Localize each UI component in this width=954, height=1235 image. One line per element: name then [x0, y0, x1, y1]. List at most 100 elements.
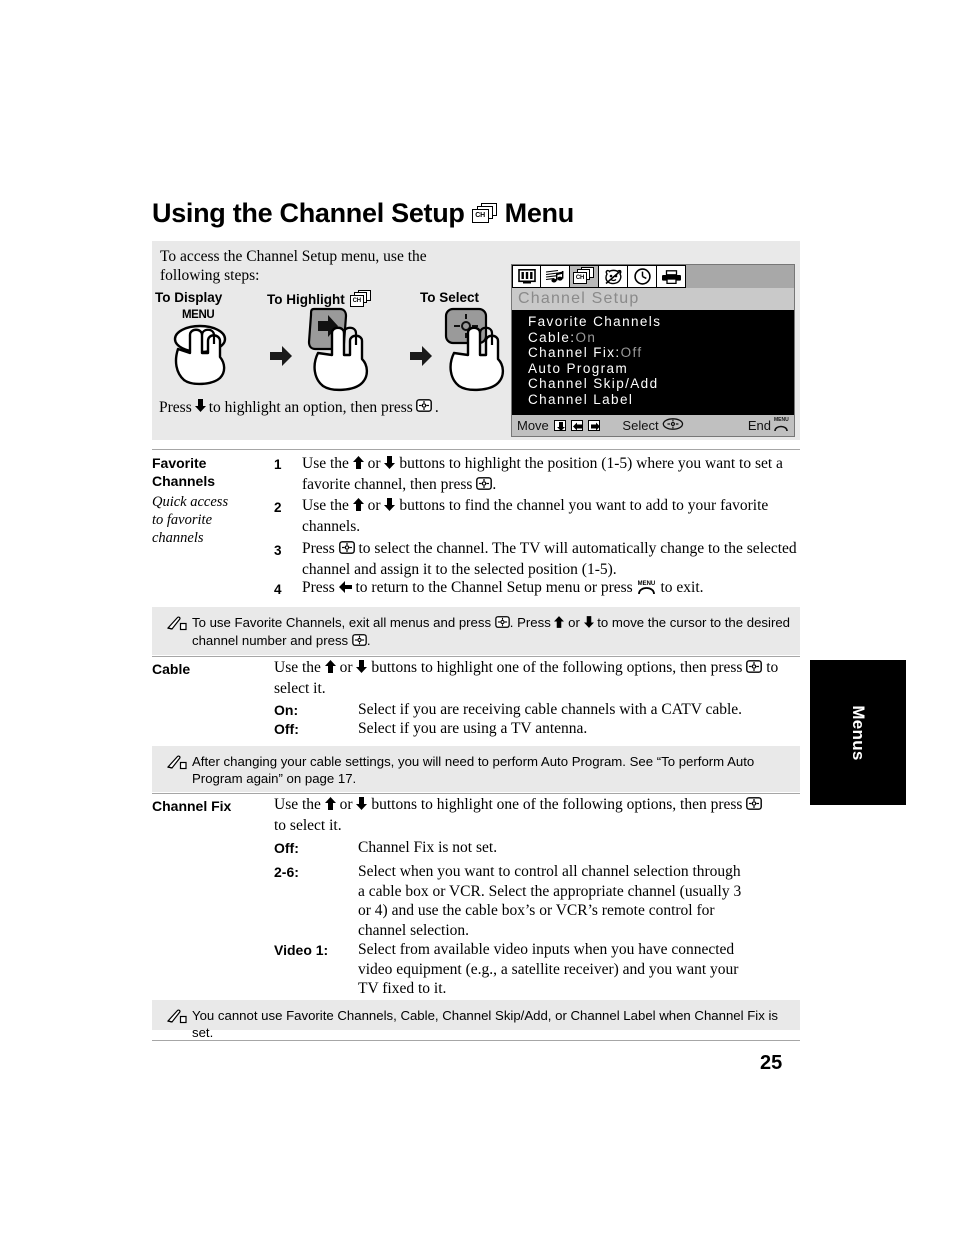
menu-key-icon: MENU [774, 417, 789, 433]
step-number: 3 [274, 543, 282, 558]
select-key-icon [494, 615, 510, 632]
select-button-illustration [440, 307, 522, 392]
tv-menu-icon-bar: CH [512, 265, 794, 288]
section-label-cable: Cable [152, 661, 191, 677]
setup-icon[interactable] [657, 265, 686, 288]
page-title-text-after: Menu [504, 198, 575, 228]
up-arrow-icon [324, 796, 336, 816]
menu-button-illustration: MENU [168, 309, 256, 389]
flow-arrow-2 [410, 346, 432, 366]
channel-setup-icon-label: CH [475, 212, 485, 219]
step-number: 4 [274, 582, 282, 597]
column-header-to-select: To Select [420, 290, 480, 305]
timer-icon[interactable] [628, 265, 657, 288]
note-text: After changing your cable settings, you … [192, 754, 755, 786]
tv-menu-item[interactable]: Channel Label [528, 392, 794, 408]
divider [152, 449, 800, 450]
footer-end: End MENU [747, 417, 789, 433]
note-text: You cannot use Favorite Channels, Cable,… [192, 1008, 778, 1040]
parental-icon[interactable] [599, 265, 628, 288]
flow-arrow-1 [270, 346, 292, 366]
tv-onscreen-menu: CH Channel Setup Favorite Channels Cable… [511, 264, 795, 437]
down-arrow-icon [384, 455, 396, 475]
arrow-button-illustration [300, 307, 392, 392]
section-label-favorite-channels: Favorite Channels [152, 455, 216, 489]
select-key-icon [415, 399, 432, 417]
tv-menu-item[interactable]: Cable:On [528, 330, 794, 346]
channel-fix-option-desc: Select when you want to control all chan… [358, 863, 742, 939]
tv-menu-item[interactable]: Favorite Channels [528, 314, 794, 330]
step-text: Press to select the channel. The TV will… [302, 540, 797, 578]
intro-line-2: following steps: [160, 267, 260, 284]
manual-page: Using the Channel Setup CH Menu To acces… [0, 0, 954, 1235]
step-number: 2 [274, 500, 282, 515]
select-key-icon [746, 659, 763, 679]
cable-option-desc: Select if you are using a TV antenna. [358, 720, 588, 737]
section-label-channel-fix: Channel Fix [152, 798, 232, 814]
cable-option-desc: Select if you are receiving cable channe… [358, 701, 743, 718]
down-arrow-icon [194, 399, 206, 417]
select-key-icon [352, 633, 367, 650]
channel-fix-option-key: Off: [274, 840, 299, 856]
tv-menu-item[interactable]: Auto Program [528, 361, 794, 377]
intro-line-1: To access the Channel Setup menu, use th… [160, 248, 427, 265]
left-key-icon [570, 420, 583, 431]
step-text: Press to return to the Channel Setup men… [302, 578, 802, 599]
right-key-icon [587, 420, 600, 431]
divider [152, 1040, 800, 1041]
tv-menu-item[interactable]: Channel Skip/Add [528, 376, 794, 392]
footer-move: Move [517, 418, 600, 433]
step-number: 1 [274, 457, 282, 472]
channel-fix-option-desc: Channel Fix is not set. [358, 839, 498, 856]
audio-icon[interactable] [541, 265, 570, 288]
divider [152, 793, 800, 794]
step-text: Use the or buttons to find the channel y… [302, 497, 769, 535]
up-arrow-icon [352, 455, 364, 475]
pencil-note-icon [166, 755, 187, 770]
tv-menu-items: Favorite Channels Cable:On Channel Fix:O… [512, 310, 794, 414]
cable-option-key: Off: [274, 721, 299, 737]
note-box-channel-fix: You cannot use Favorite Channels, Cable,… [152, 1000, 800, 1040]
footer-select: Select [622, 418, 684, 433]
tv-menu-footer: Move Select End MENU [512, 414, 794, 436]
channel-fix-option-key: 2-6: [274, 864, 299, 880]
page-number: 25 [760, 1052, 783, 1074]
up-arrow-icon [352, 497, 364, 517]
down-arrow-icon [356, 659, 368, 679]
menu-button-label: MENU [182, 309, 215, 321]
down-key-icon [553, 420, 566, 431]
tv-menu-item[interactable]: Channel Fix:Off [528, 345, 794, 361]
video-icon[interactable] [512, 265, 541, 288]
select-key-icon [662, 418, 684, 433]
note-text: To use Favorite Channels, exit all menus… [192, 615, 791, 650]
channel-fix-option-desc: Select from available video inputs when … [358, 941, 739, 997]
pencil-note-icon [166, 1009, 187, 1024]
down-arrow-icon [356, 796, 368, 816]
side-tab-menus: Menus [810, 660, 906, 805]
menu-key-icon: MENU [637, 579, 657, 595]
up-arrow-icon [554, 615, 565, 632]
cable-option-key: On: [274, 702, 299, 718]
cable-intro-text: Use the or buttons to highlight one of t… [274, 659, 779, 697]
select-key-icon [338, 540, 355, 560]
pencil-note-icon [166, 616, 187, 631]
note-box-favorite-channels: To use Favorite Channels, exit all menus… [152, 607, 800, 655]
page-title: Using the Channel Setup CH Menu [152, 198, 812, 229]
column-header-to-display: To Display [155, 290, 223, 305]
intro-text: To access the Channel Setup menu, use th… [160, 247, 520, 285]
page-title-text-before: Using the Channel Setup [152, 198, 465, 228]
channel-fix-intro-text: Use the or buttons to highlight one of t… [274, 795, 774, 835]
channel-icon[interactable]: CH [570, 265, 599, 288]
up-arrow-icon [324, 659, 336, 679]
channel-setup-icon: CH [471, 202, 498, 225]
section-subtitle-favorite-channels: Quick access to favorite channels [152, 494, 229, 546]
down-arrow-icon [384, 497, 396, 517]
select-key-icon [746, 796, 763, 816]
down-arrow-icon [583, 615, 594, 632]
side-tab-label: Menus [849, 704, 868, 761]
channel-fix-option-key: Video 1: [274, 942, 329, 958]
divider [152, 656, 800, 657]
step-text: Use the or buttons to highlight the posi… [302, 454, 802, 495]
note-box-cable: After changing your cable settings, you … [152, 746, 800, 792]
tv-menu-title: Channel Setup [512, 288, 794, 310]
